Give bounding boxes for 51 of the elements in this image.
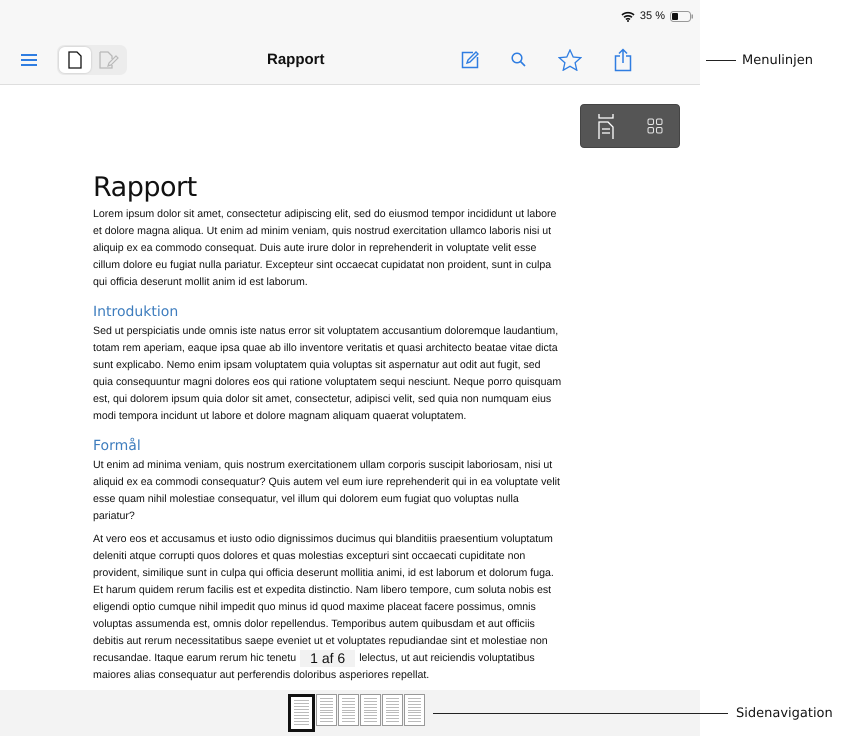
text-line: et dolore magna aliqua. Ut enim ad minim veniam, quis nostrud exercitation ullamco laboris nisi ut xyxy=(93,224,552,239)
text-line: totam rem aperiam, eaque ipsa quae ab illo inventore veritatis et quasi architecto beatae vitae dicta xyxy=(93,341,558,356)
battery-icon xyxy=(670,10,694,22)
document-icon xyxy=(68,50,82,68)
document-edit-icon xyxy=(99,50,119,68)
grid-icon[interactable] xyxy=(646,118,662,134)
page-thumbnail[interactable] xyxy=(360,694,381,726)
text-line: modi tempora incidunt ut labore et dolore magnam aliquam quaerat voluptatem. xyxy=(93,409,466,424)
wifi-icon xyxy=(620,10,635,22)
callout-label: Sidenavigation xyxy=(736,706,833,720)
text-line: maiores alias consequatur aut perferendis doloribus asperiores repellat. xyxy=(93,668,430,683)
text-line: debitis aut rerum necessitatibus saepe eveniet ut et voluptates repudiandae sint et molestiae non xyxy=(93,634,548,649)
text-line: Lorem ipsum dolor sit amet, consectetur adipiscing elit, sed do eiusmod tempor incididunt ut labore xyxy=(93,207,556,222)
text-line: Ut enim ad minima veniam, quis nostrum exercitationem ullam corporis suscipit laboriosam, nisi ut xyxy=(93,458,552,473)
text-line: cillum dolore eu fugiat nulla pariatur. Excepteur sint occaecat cupidatat non proident, sunt in culpa xyxy=(93,258,552,273)
edit-icon[interactable] xyxy=(461,50,479,68)
text-line: lelectus, ut aut reiciendis voluptatibus xyxy=(359,651,535,666)
text-line: sunt explicabo. Nemo enim ipsam voluptatem quia voluptas sit aspernatur aut odit aut fugit, sed xyxy=(93,358,541,373)
share-icon[interactable] xyxy=(614,48,632,72)
page-thumbnail[interactable] xyxy=(338,694,359,726)
section-heading: Formål xyxy=(93,437,142,455)
text-line: esse quam nihil molestiae consequatur, vel illum qui dolorem eum fugiat quo voluptas nulla xyxy=(93,492,519,507)
page-thumbnail[interactable] xyxy=(316,694,337,726)
page-scroll-icon[interactable] xyxy=(598,113,614,139)
text-line: voluptas assumenda est, omnis dolor repellendus. Temporibus autem quibusdam et aut officiis xyxy=(93,617,535,632)
battery-percentage: 35 % xyxy=(640,10,665,22)
text-line: deleniti atque corrupti quos dolores et quas molestias excepturi sint occaecati cupiditate non xyxy=(93,549,526,564)
text-line: aliquip ex ea commodo consequat. Duis aute irure dolor in reprehenderit in voluptate velit esse xyxy=(93,241,536,256)
text-line: eligendi optio cumque nihil impedit quo minus id quod maxime placeat facere possimus, omnis xyxy=(93,600,536,615)
section-heading: Introduktion xyxy=(93,303,180,321)
document-tab[interactable] xyxy=(59,46,91,72)
text-line: est, qui dolorem ipsum quia dolor sit amet, consectetur, adipisci velit, sed quia non numquam eius xyxy=(93,392,552,407)
text-line: provident, similique sunt in culpa qui officia deserunt mollitia animi, id est laborum et dolorum fuga. xyxy=(93,566,554,581)
page-thumbnail[interactable] xyxy=(382,694,403,726)
text-line: qui officia deserunt mollit anim id est laborum. xyxy=(93,275,308,290)
text-line: At vero eos et accusamus et iusto odio dignissimos ducimus qui blanditiis praesentium voluptatum xyxy=(93,532,553,547)
text-line: aliquid ex ea commodi consequatur? Quis autem vel eum iure reprehenderit qui in ea voluptate velit xyxy=(93,475,560,490)
document-title: Rapport xyxy=(93,172,198,204)
callout-label: Menulinjen xyxy=(742,52,814,68)
menu-icon[interactable] xyxy=(21,54,37,66)
star-icon[interactable] xyxy=(558,48,582,70)
text-line: quia consequuntur magni dolores eos qui ratione voluptatem sequi nesciunt. Neque porro quisquam xyxy=(93,375,562,390)
search-icon[interactable] xyxy=(511,52,526,67)
text-line: Sed ut perspiciatis unde omnis iste natus error sit voluptatem accusantium doloremque laudantium, xyxy=(93,324,558,339)
page-indicator: 1 af 6 xyxy=(300,650,356,667)
page-thumbnail[interactable] xyxy=(288,694,315,732)
text-line: recusandae. Itaque earum rerum hic tenetu xyxy=(93,651,296,666)
toolbar-title: Rapport xyxy=(267,51,324,68)
page-thumbnail[interactable] xyxy=(404,694,425,726)
text-line: Et harum quidem rerum facilis est et expedita distinctio. Nam libero tempore, cum soluta nobis est xyxy=(93,583,552,598)
text-line: pariatur? xyxy=(93,509,135,524)
